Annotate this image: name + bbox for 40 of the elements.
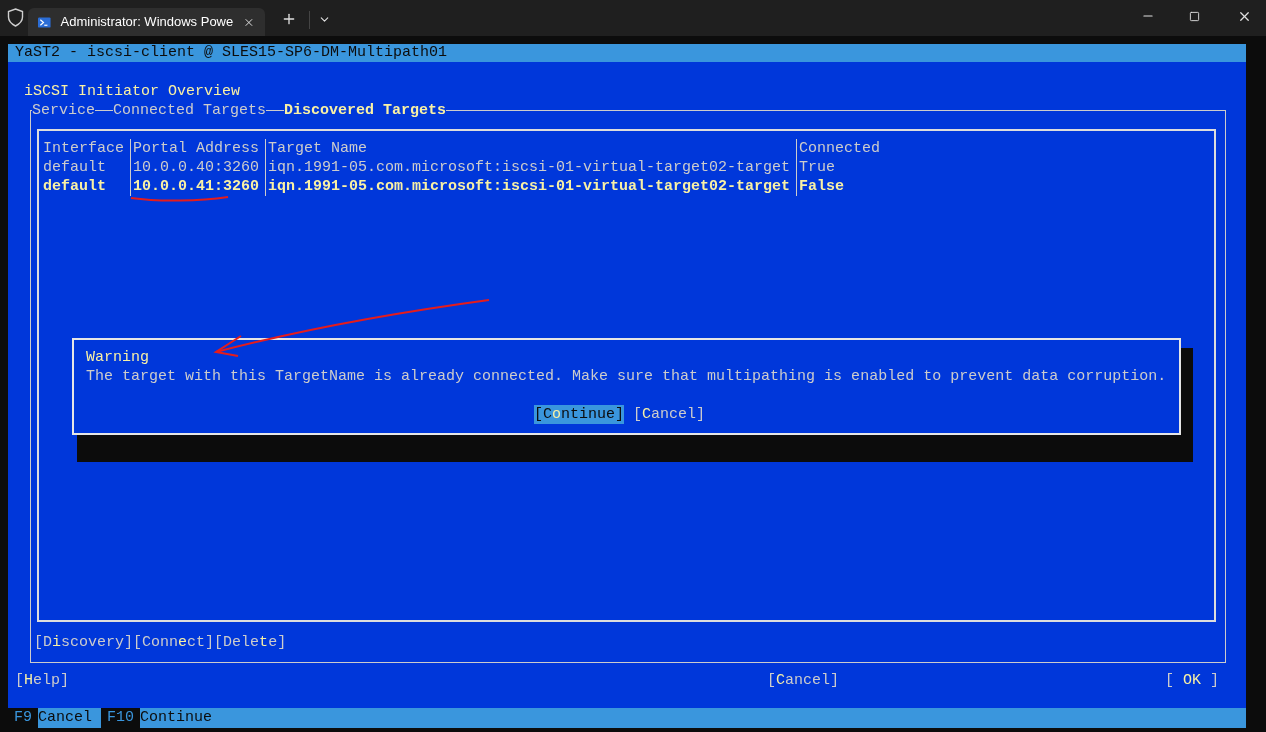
section-tab[interactable]: Discovered Targets xyxy=(284,101,447,120)
terminal-tab[interactable]: Administrator: Windows Powe xyxy=(28,8,265,36)
table-cell: default xyxy=(41,158,131,177)
table-cell: iqn.1991-05.com.microsoft:iscsi-01-virtual-target02-target xyxy=(266,177,797,196)
table-cell: 10.0.0.41:3260 xyxy=(131,177,266,196)
function-key-action[interactable]: Continue xyxy=(140,708,222,728)
column-header: Target Name xyxy=(266,139,797,158)
column-header: Interface xyxy=(41,139,131,158)
cancel-button[interactable]: [Cancel] xyxy=(766,671,839,690)
column-header: Portal Address xyxy=(131,139,266,158)
ok-button[interactable]: [ OK ] xyxy=(1164,671,1219,690)
table-cell-text: True xyxy=(798,158,836,177)
table-cell: 10.0.0.40:3260 xyxy=(131,158,266,177)
tab-title: Administrator: Windows Powe xyxy=(60,13,234,32)
shield-icon xyxy=(7,8,24,27)
close-icon[interactable] xyxy=(1237,9,1252,24)
table-action-button[interactable]: [Discovery] xyxy=(34,632,134,652)
terminal-prompt-icon xyxy=(38,15,51,29)
yast-title-bar: YaST2 - iscsi-client @ SLES15-SP6-DM-Multipath01 xyxy=(8,44,1246,62)
dialog-title: Warning xyxy=(86,348,150,367)
dialog-button[interactable]: [Cancel] xyxy=(633,405,706,424)
table-row[interactable]: default 10.0.0.40:3260 iqn.1991-05.com.microsoft:iscsi-01-virtual-target02-target True xyxy=(41,158,1214,177)
table-cell: default xyxy=(41,177,131,196)
table-cell: iqn.1991-05.com.microsoft:iscsi-01-virtual-target02-target xyxy=(266,158,797,177)
table-cell-text: False xyxy=(798,177,845,196)
table-action-button[interactable]: [Connect] xyxy=(133,632,215,652)
table-action-button[interactable]: [Delete] xyxy=(214,632,287,652)
column-header: Connected xyxy=(798,139,881,158)
help-button[interactable]: [Help] xyxy=(15,671,70,690)
dialog-message: The target with this TargetName is already connected. Make sure that multipathing is enabled to prevent data corruption. xyxy=(86,367,1168,386)
dialog-heading: iSCSI Initiator Overview xyxy=(24,82,242,101)
dialog-button[interactable]: [Continue] xyxy=(533,405,624,424)
function-key: F9 xyxy=(8,708,38,728)
table-row[interactable]: default 10.0.0.41:3260 iqn.1991-05.com.microsoft:iscsi-01-virtual-target02-target False xyxy=(41,177,1214,196)
section-tab[interactable]: Connected Targets xyxy=(113,101,267,120)
function-key: F10 xyxy=(101,708,141,728)
new-tab-icon[interactable] xyxy=(281,11,297,27)
section-tab[interactable]: Service xyxy=(32,101,95,120)
function-key-action[interactable]: Cancel xyxy=(38,708,102,728)
maximize-icon[interactable] xyxy=(1189,11,1200,22)
